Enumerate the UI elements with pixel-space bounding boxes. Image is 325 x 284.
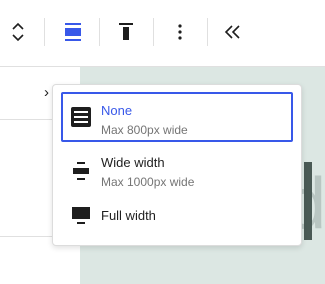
width-option-full[interactable]: Full width [61, 191, 293, 241]
width-option-wide[interactable]: Wide width Max 1000px wide [61, 147, 293, 197]
toolbar-separator [153, 18, 154, 46]
align-center-icon [65, 23, 81, 41]
width-option-none[interactable]: None Max 800px wide [61, 92, 293, 142]
toolbar-separator [207, 18, 208, 46]
option-label: Wide width [101, 155, 165, 170]
vertical-align-top-icon [119, 23, 133, 40]
block-toolbar [0, 0, 325, 67]
chevron-right-icon[interactable]: › [44, 84, 49, 101]
wide-width-icon [73, 162, 89, 180]
chevron-up-down-icon [12, 22, 24, 42]
width-none-icon [71, 107, 91, 127]
canvas-block-edge [304, 162, 312, 240]
more-options-button[interactable] [164, 16, 196, 48]
align-button[interactable] [57, 16, 89, 48]
option-description: Max 1000px wide [101, 175, 195, 189]
collapse-button[interactable] [217, 16, 249, 48]
option-label: Full width [101, 208, 156, 223]
toolbar-separator [44, 18, 45, 46]
option-label: None [101, 103, 133, 118]
vertical-align-button[interactable] [110, 16, 142, 48]
more-vertical-icon [178, 24, 182, 40]
toolbar-separator [99, 18, 100, 46]
double-chevron-left-icon [224, 25, 240, 39]
full-width-icon [72, 207, 90, 224]
option-description: Max 800px wide [101, 123, 188, 137]
width-options-menu: None Max 800px wide Wide width Max 1000p… [52, 84, 302, 246]
move-up-down-button[interactable] [2, 16, 34, 48]
